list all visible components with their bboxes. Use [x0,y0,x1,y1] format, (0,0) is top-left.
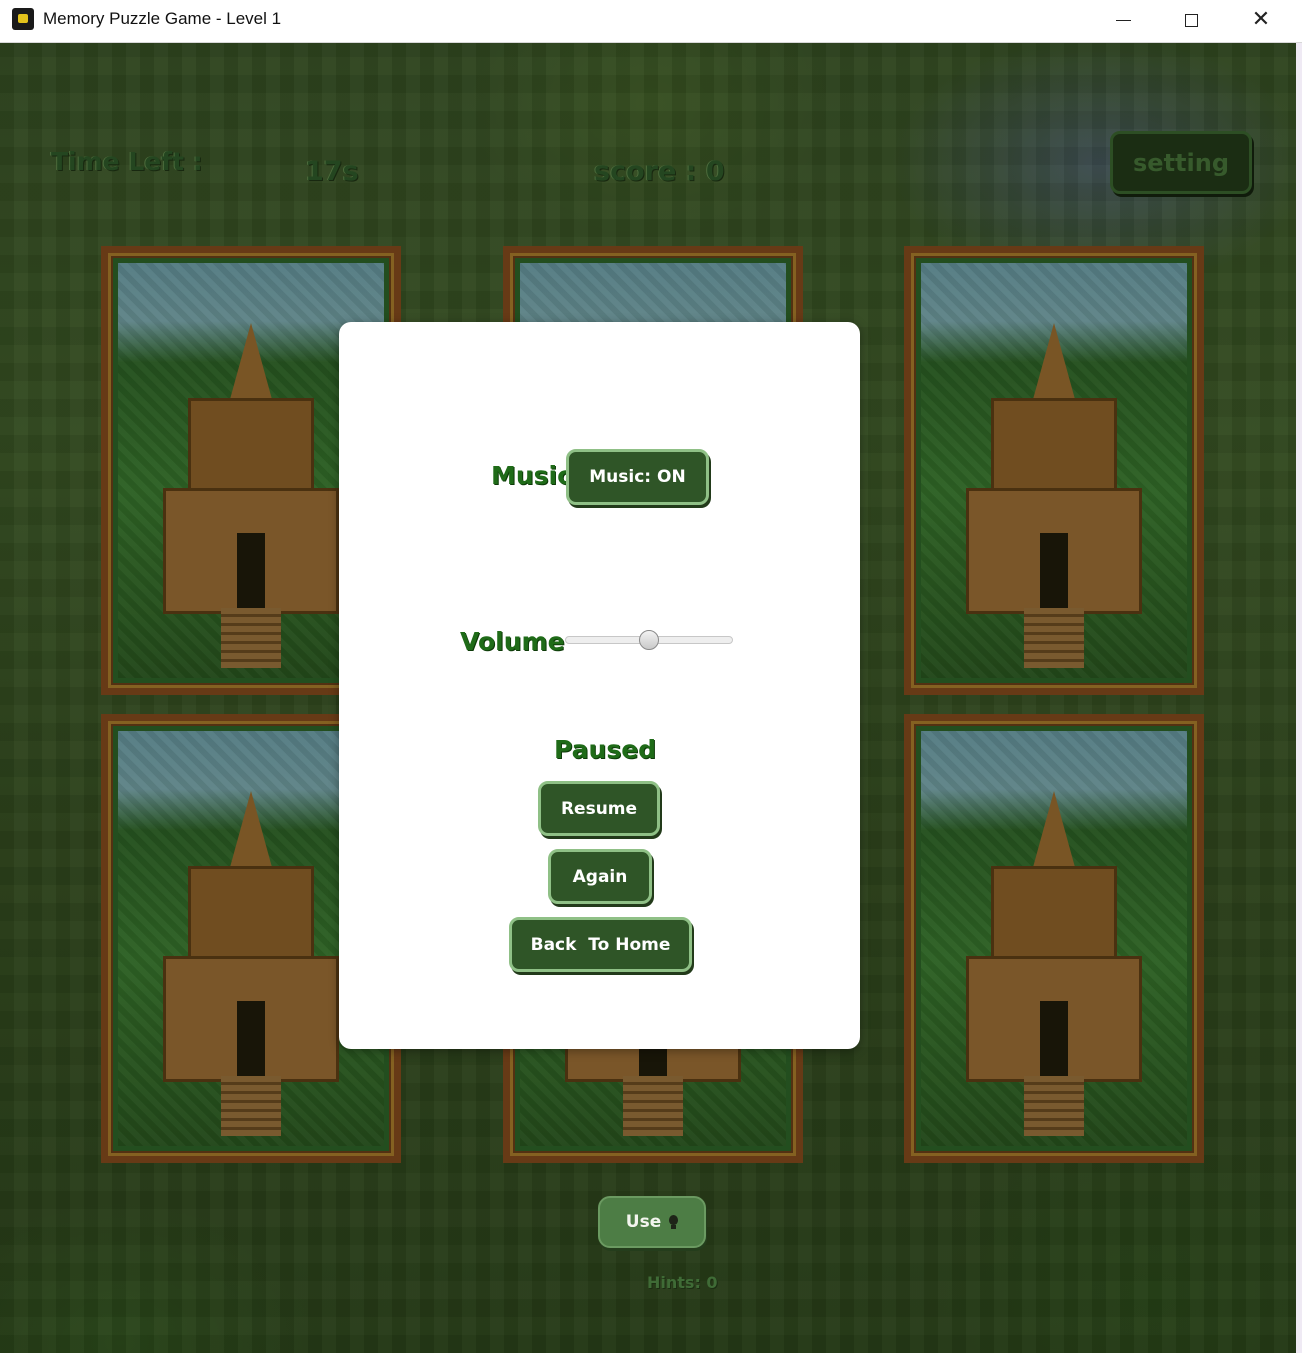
window-edge [1296,43,1302,1353]
minimize-button[interactable] [1090,0,1156,40]
again-button[interactable]: Again [548,849,652,904]
music-toggle-button[interactable]: Music: ON [566,449,709,505]
use-hint-button[interactable]: Use [598,1196,706,1248]
app-icon [12,8,34,30]
window-titlebar: Memory Puzzle Game - Level 1 ✕ [0,0,1302,43]
maximize-icon [1184,13,1198,27]
paused-label: Paused [554,735,657,764]
volume-label: Volume [460,627,565,656]
use-hint-label: Use [625,1212,662,1232]
close-button[interactable]: ✕ [1228,0,1294,40]
music-label: Music [491,461,572,490]
settings-dialog: Music Music: ON Volume Paused Resume Aga… [339,322,860,1049]
hints-count: Hints: 0 [647,1273,718,1292]
back-to-home-button[interactable]: Back To Home [509,917,692,972]
minimize-icon [1115,19,1131,21]
resume-button[interactable]: Resume [538,781,660,836]
close-icon: ✕ [1251,7,1271,32]
lightbulb-icon [669,1214,679,1230]
maximize-button[interactable] [1158,0,1224,40]
window-title: Memory Puzzle Game - Level 1 [43,9,282,28]
volume-slider[interactable] [565,630,733,650]
volume-slider-thumb[interactable] [639,630,659,650]
